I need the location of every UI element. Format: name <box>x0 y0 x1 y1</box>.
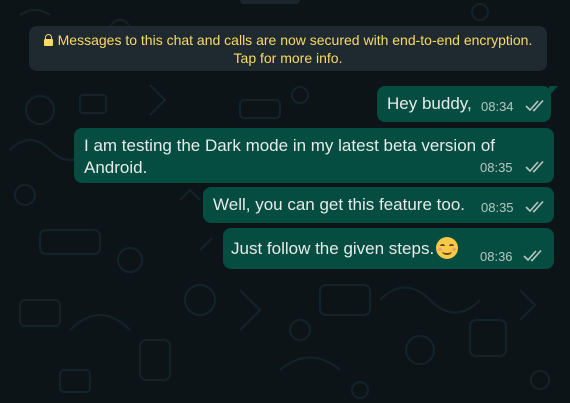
encryption-notice-line1: Messages to this chat and calls are now … <box>29 31 547 49</box>
message-text-wrapper: Just follow the given steps. <box>231 237 459 259</box>
message-time: 08:34 <box>481 99 514 114</box>
double-tick-icon <box>525 201 544 213</box>
message-text: I am testing the Dark mode in my latest … <box>84 136 496 177</box>
encryption-notice-banner[interactable]: Messages to this chat and calls are now … <box>29 26 547 71</box>
chat-area[interactable]: Messages to this chat and calls are now … <box>0 0 570 403</box>
encryption-notice-text: Messages to this chat and calls are now … <box>57 32 533 48</box>
message-bubble-outgoing[interactable]: Well, you can get this feature too. 08:3… <box>203 187 554 223</box>
message-time: 08:35 <box>480 160 513 175</box>
double-tick-icon <box>525 161 544 173</box>
smiling-face-emoji-icon <box>436 237 459 259</box>
message-text: Well, you can get this feature too. <box>213 195 465 214</box>
message-bubble-outgoing[interactable]: Hey buddy, 08:34 <box>377 86 558 122</box>
message-text: Hey buddy, <box>387 94 472 113</box>
double-tick-icon <box>523 250 542 262</box>
message-time: 08:35 <box>481 200 514 215</box>
double-tick-icon <box>525 100 544 112</box>
message-time: 08:36 <box>480 249 513 264</box>
bubble-tail <box>549 86 558 96</box>
encryption-notice-line2: Tap for more info. <box>233 50 343 66</box>
message-text: Just follow the given steps. <box>231 239 435 258</box>
top-edge-element <box>240 0 300 4</box>
message-bubble-outgoing[interactable]: I am testing the Dark mode in my latest … <box>74 128 554 183</box>
lock-icon <box>43 34 53 46</box>
message-bubble-outgoing[interactable]: Just follow the given steps. 08:36 <box>223 228 554 269</box>
